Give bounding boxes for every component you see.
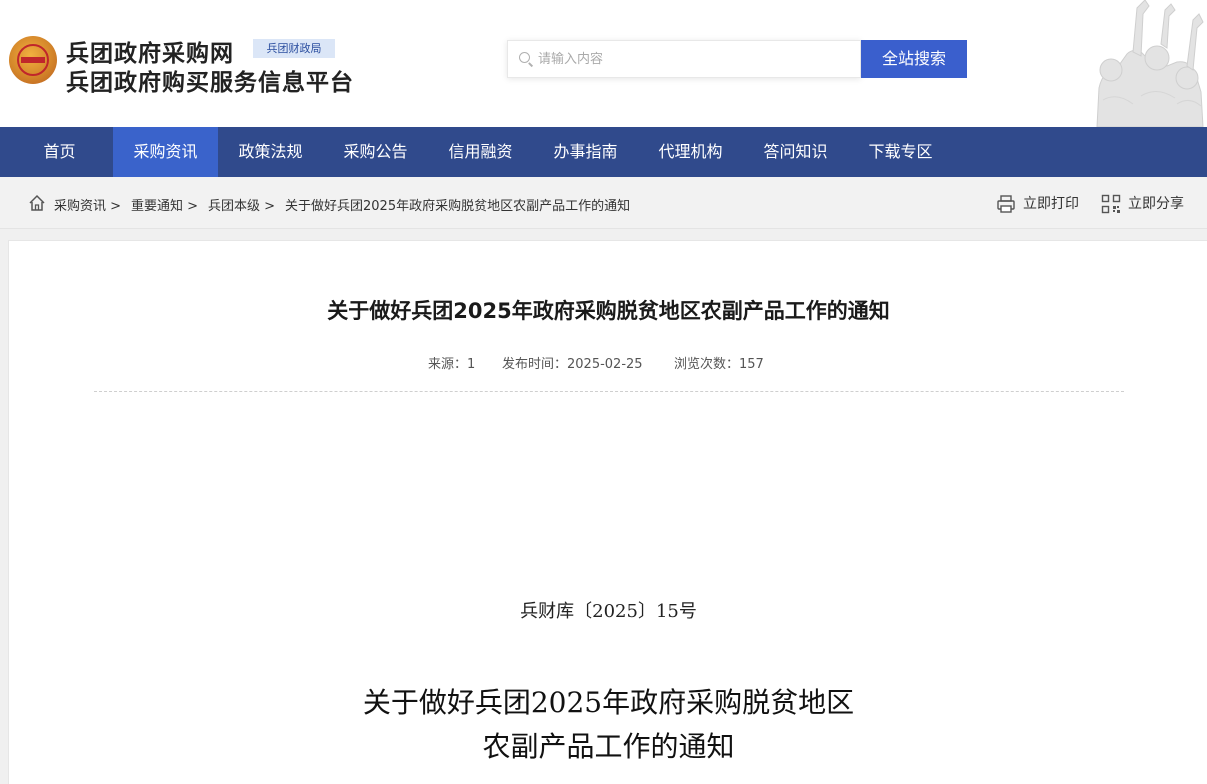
department-badge: 兵团财政局 <box>253 39 335 58</box>
document-number: 兵财库〔2025〕15号 <box>520 601 697 622</box>
title-divider <box>94 391 1124 392</box>
search-box <box>507 40 861 78</box>
article-title: 关于做好兵团2025年政府采购脱贫地区农副产品工作的通知 <box>327 299 890 323</box>
print-label: 立即打印 <box>1023 196 1079 212</box>
nav-item-qa[interactable]: 答问知识 <box>743 127 848 177</box>
article-panel: 关于做好兵团2025年政府采购脱贫地区农副产品工作的通知 来源：1 发布时间：2… <box>8 240 1207 784</box>
nav-item-announcements[interactable]: 采购公告 <box>323 127 428 177</box>
document-title: 关于做好兵团2025年政府采购脱贫地区 农副产品工作的通知 <box>9 681 1207 769</box>
print-button[interactable]: 立即打印 <box>996 194 1086 214</box>
site-search-button[interactable]: 全站搜索 <box>861 40 967 78</box>
main-nav: 首页 采购资讯 政策法规 采购公告 信用融资 办事指南 代理机构 答问知识 下载… <box>0 127 1207 177</box>
breadcrumb-procurement-news[interactable]: 采购资讯 > <box>54 195 121 214</box>
share-button[interactable]: 立即分享 <box>1101 194 1191 214</box>
qr-code-icon <box>1101 194 1121 214</box>
nav-item-procurement-news[interactable]: 采购资讯 <box>113 127 218 177</box>
site-subtitle[interactable]: 兵团政府购买服务信息平台 <box>66 63 354 97</box>
printer-icon <box>997 195 1015 213</box>
nav-item-policies[interactable]: 政策法规 <box>218 127 323 177</box>
document-title-line-1: 关于做好兵团2025年政府采购脱贫地区 <box>362 686 855 719</box>
share-label: 立即分享 <box>1128 196 1184 212</box>
home-icon[interactable] <box>28 194 46 212</box>
document-title-line-2: 农副产品工作的通知 <box>482 730 735 763</box>
nav-item-home[interactable]: 首页 <box>0 127 119 177</box>
nav-item-agencies[interactable]: 代理机构 <box>638 127 743 177</box>
article-view-count: 浏览次数：157 <box>674 357 764 372</box>
article-source: 来源：1 <box>428 357 476 372</box>
search-input[interactable] <box>538 41 856 77</box>
search-icon <box>519 52 530 63</box>
breadcrumb-bingtuan-level[interactable]: 兵团本级 > <box>208 195 275 214</box>
article-publish-time: 发布时间：2025-02-25 <box>502 357 643 372</box>
nav-item-downloads[interactable]: 下载专区 <box>848 127 953 177</box>
breadcrumb-bar: 采购资讯 > 重要通知 > 兵团本级 > 关于做好兵团2025年政府采购脱贫地区… <box>0 177 1207 229</box>
soldier-statue-illustration <box>1096 0 1204 127</box>
breadcrumb-current-article: 关于做好兵团2025年政府采购脱贫地区农副产品工作的通知 <box>285 199 631 214</box>
breadcrumb-important-notices[interactable]: 重要通知 > <box>131 195 198 214</box>
nav-item-service-guide[interactable]: 办事指南 <box>533 127 638 177</box>
bingtuan-emblem-icon[interactable] <box>9 36 57 84</box>
nav-item-credit-financing[interactable]: 信用融资 <box>428 127 533 177</box>
site-header: 兵团政府采购网 兵团政府购买服务信息平台 兵团财政局 全站搜索 <box>0 0 1207 127</box>
